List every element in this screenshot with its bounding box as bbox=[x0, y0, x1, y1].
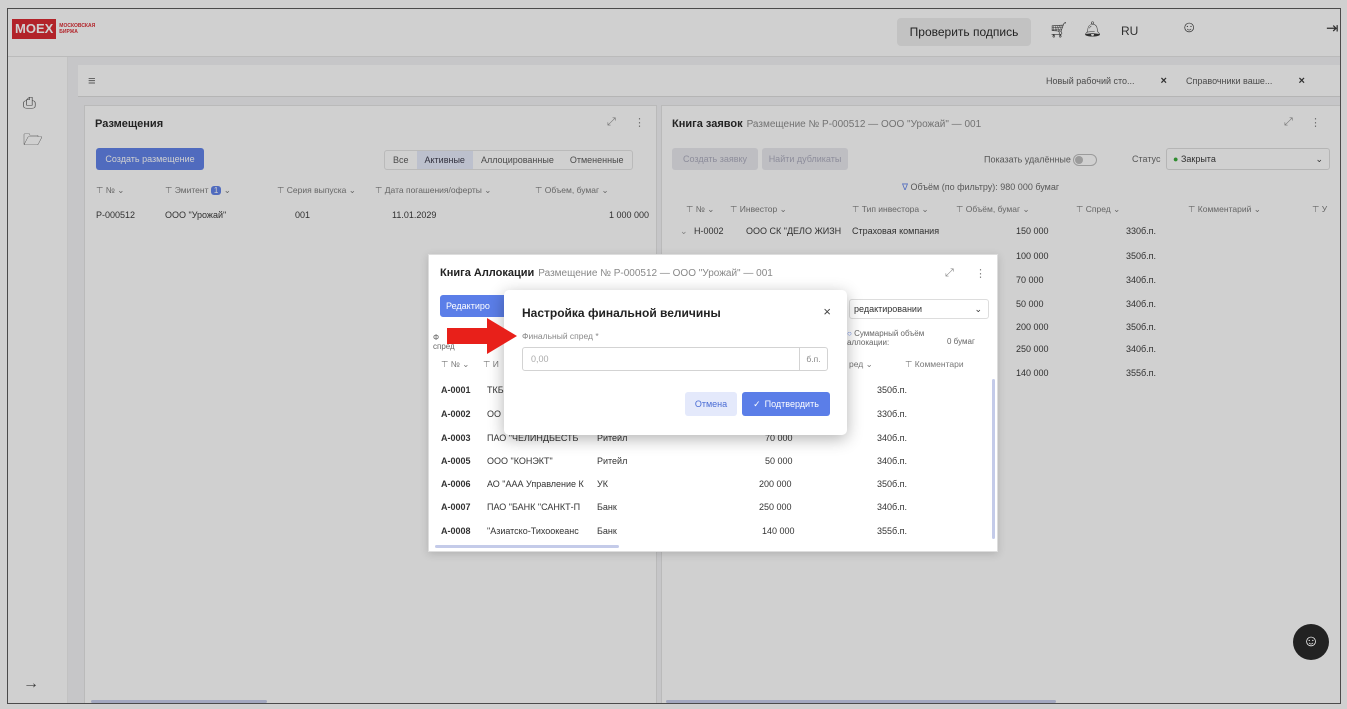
allocation-status-select[interactable]: редактировании ⌄ bbox=[849, 299, 989, 319]
confirm-label: Подтвердить bbox=[764, 399, 819, 409]
table-cell[interactable]: A-0007 bbox=[441, 502, 471, 512]
table-cell[interactable]: A-0005 bbox=[441, 456, 471, 466]
final-spread-field-label: Финальный спред * bbox=[522, 331, 599, 341]
confirm-button[interactable]: ✓ Подтвердить bbox=[742, 392, 830, 416]
table-cell[interactable]: 200 000 bbox=[759, 479, 792, 489]
final-spread-input[interactable]: 0,00 б.п. bbox=[522, 347, 828, 371]
expand-icon[interactable]: ⤢ bbox=[945, 267, 954, 280]
table-cell[interactable]: 50 000 bbox=[765, 456, 793, 466]
table-cell[interactable]: АО "ААА Управление К bbox=[487, 479, 584, 489]
table-cell[interactable]: A-0006 bbox=[441, 479, 471, 489]
input-placeholder: 0,00 bbox=[531, 354, 549, 364]
table-cell[interactable]: A-0003 bbox=[441, 433, 471, 443]
table-cell[interactable]: ОО bbox=[487, 409, 501, 419]
table-cell[interactable]: "Азиатско-Тихоокеанс bbox=[487, 526, 579, 536]
check-icon: ✓ bbox=[753, 398, 761, 409]
table-cell[interactable]: ПАО "БАНК "САНКТ-П bbox=[487, 502, 580, 512]
column-header[interactable]: ⊤ № ⌄ bbox=[441, 359, 469, 370]
table-cell[interactable]: 350б.п. bbox=[877, 479, 907, 489]
table-cell[interactable]: 340б.п. bbox=[877, 456, 907, 466]
panel-title: Книга Аллокации Размещение № P-000512 — О… bbox=[440, 267, 773, 279]
table-cell[interactable]: A-0008 bbox=[441, 526, 471, 536]
more-icon[interactable]: ⋮ bbox=[975, 267, 986, 280]
dialog-title: Настройка финальной величины bbox=[522, 306, 721, 320]
table-cell[interactable]: 355б.п. bbox=[877, 526, 907, 536]
table-cell[interactable]: A-0002 bbox=[441, 409, 471, 419]
table-cell[interactable]: 140 000 bbox=[762, 526, 795, 536]
column-header[interactable]: ⊤ Комментари bbox=[905, 359, 964, 370]
close-icon[interactable]: × bbox=[823, 304, 831, 319]
table-cell[interactable]: Ритейл bbox=[597, 456, 627, 466]
final-value-dialog: Настройка финальной величины × Финальный… bbox=[504, 290, 847, 435]
total-allocation-value: 0 бумаг bbox=[947, 337, 975, 346]
column-header[interactable]: ред ⌄ bbox=[849, 359, 873, 370]
table-cell[interactable]: A-0001 bbox=[441, 385, 471, 395]
table-cell[interactable]: 330б.п. bbox=[877, 409, 907, 419]
table-cell[interactable]: ООО "КОНЭКТ" bbox=[487, 456, 553, 466]
horizontal-scrollbar[interactable] bbox=[435, 545, 619, 548]
table-cell[interactable]: 250 000 bbox=[759, 502, 792, 512]
chat-support-icon[interactable]: ☺ bbox=[1293, 624, 1329, 660]
red-arrow-icon bbox=[447, 318, 517, 354]
unit-suffix: б.п. bbox=[799, 348, 827, 370]
cancel-button[interactable]: Отмена bbox=[685, 392, 737, 416]
vertical-scrollbar[interactable] bbox=[992, 379, 995, 539]
table-cell[interactable]: 350б.п. bbox=[877, 385, 907, 395]
table-cell[interactable]: Банк bbox=[597, 502, 617, 512]
table-cell[interactable]: УК bbox=[597, 479, 608, 489]
total-allocation-label: ○ Суммарный объём аллокации: bbox=[847, 329, 925, 347]
table-cell[interactable]: 340б.п. bbox=[877, 502, 907, 512]
table-cell[interactable]: Банк bbox=[597, 526, 617, 536]
table-cell[interactable]: 340б.п. bbox=[877, 433, 907, 443]
table-cell[interactable]: ТКБ bbox=[487, 385, 504, 395]
column-header[interactable]: ⊤ И bbox=[483, 359, 499, 370]
edit-button[interactable]: Редактиро bbox=[440, 295, 510, 317]
